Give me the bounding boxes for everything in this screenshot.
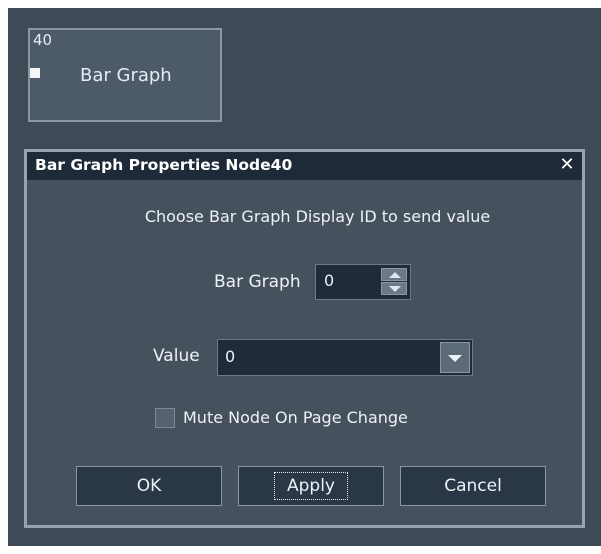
bar-graph-label: Bar Graph [214, 272, 301, 292]
dialog-titlebar[interactable]: Bar Graph Properties Node40 ✕ [27, 152, 582, 180]
input-port-icon[interactable] [30, 68, 40, 78]
value-label: Value [153, 346, 200, 366]
spinner-buttons [381, 268, 407, 296]
node-id-label: 40 [33, 31, 53, 49]
bar-graph-spinner[interactable]: 0 [315, 264, 411, 300]
spinner-up-button[interactable] [381, 268, 407, 281]
chevron-up-icon [389, 272, 401, 278]
value-dropdown-selected: 0 [225, 347, 236, 366]
workspace-canvas[interactable]: 40 Bar Graph Bar Graph Properties Node40… [8, 8, 601, 546]
value-dropdown-button[interactable] [440, 342, 470, 373]
caret-down-icon [448, 355, 462, 362]
bar-graph-node[interactable]: 40 Bar Graph [28, 28, 222, 122]
instruction-text: Choose Bar Graph Display ID to send valu… [144, 207, 491, 226]
apply-button-label: Apply [274, 472, 348, 500]
ok-button[interactable]: OK [76, 466, 222, 506]
chevron-down-icon [389, 286, 401, 292]
mute-checkbox[interactable] [155, 408, 175, 428]
mute-checkbox-label[interactable]: Mute Node On Page Change [183, 408, 408, 427]
properties-dialog: Bar Graph Properties Node40 ✕ Choose Bar… [24, 149, 585, 528]
spinner-down-button[interactable] [381, 282, 407, 295]
value-dropdown[interactable]: 0 [217, 339, 473, 376]
apply-button[interactable]: Apply [238, 466, 384, 506]
bar-graph-value[interactable]: 0 [324, 271, 334, 290]
close-icon[interactable]: ✕ [558, 154, 576, 175]
node-label: Bar Graph [80, 65, 172, 86]
cancel-button[interactable]: Cancel [400, 466, 546, 506]
dialog-title: Bar Graph Properties Node40 [35, 156, 293, 174]
